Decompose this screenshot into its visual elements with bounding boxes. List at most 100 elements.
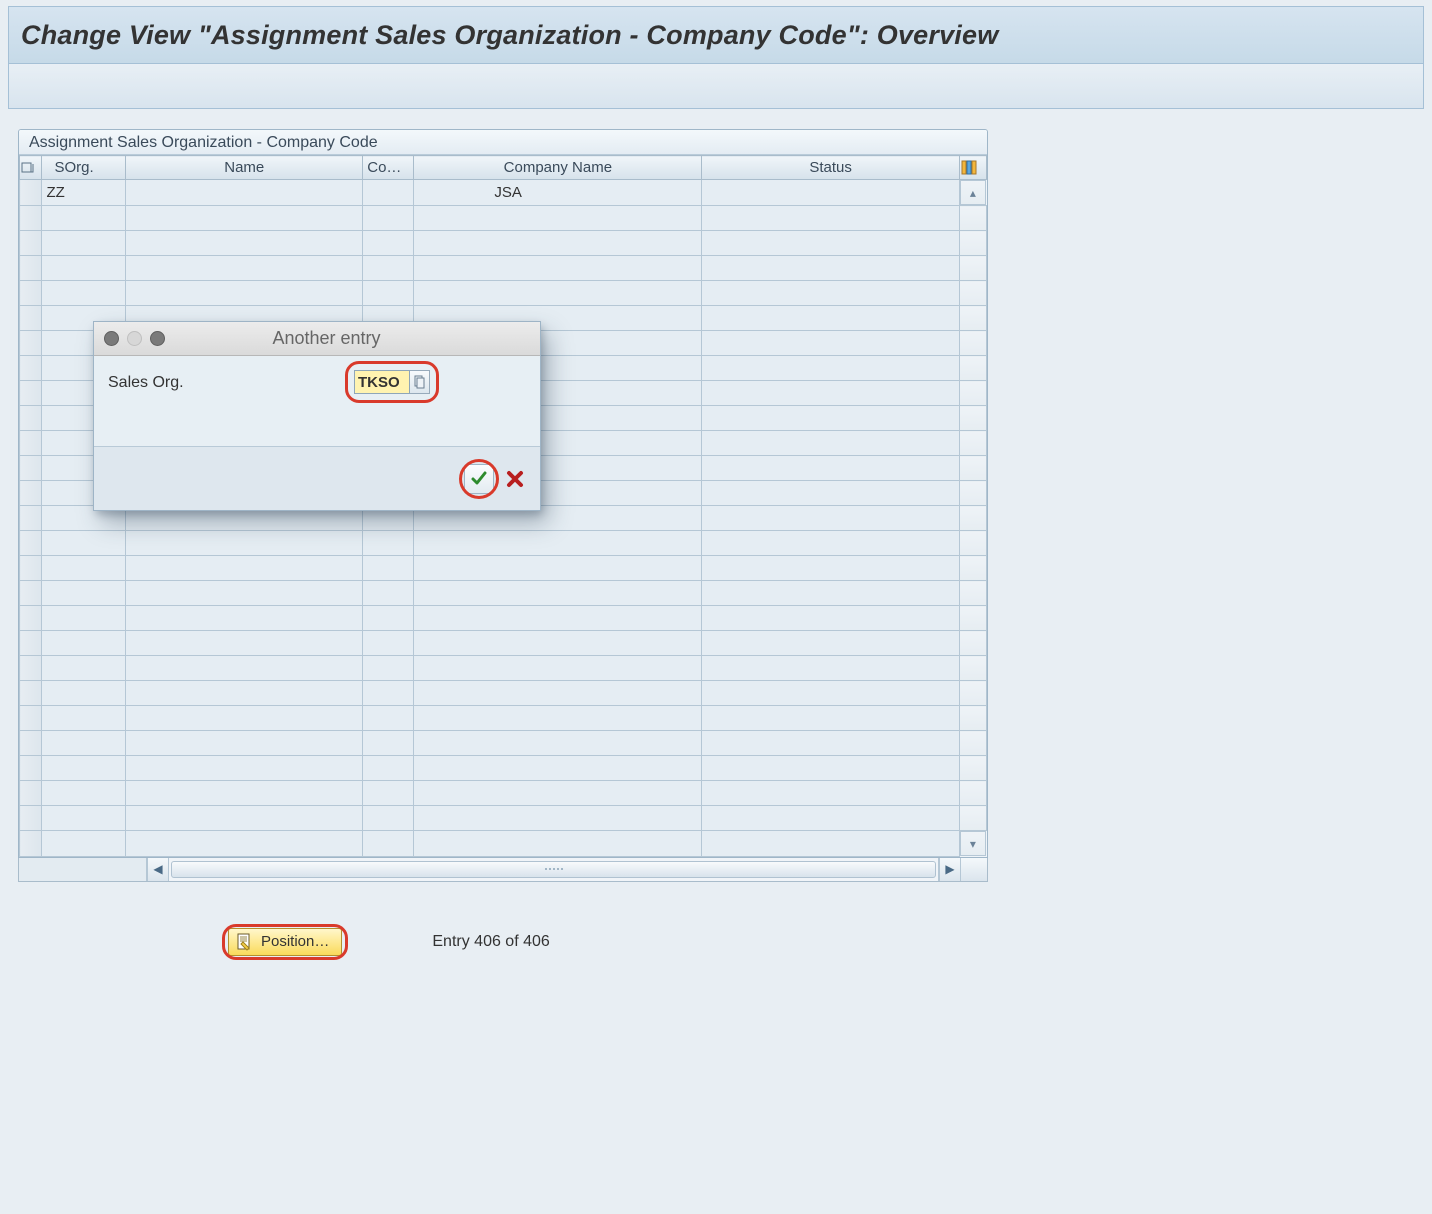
row-selector[interactable]: [20, 456, 42, 481]
cell-status[interactable]: [702, 256, 959, 281]
row-selector[interactable]: [20, 331, 42, 356]
position-button[interactable]: Position…: [228, 928, 342, 956]
cell-company_name[interactable]: [414, 681, 702, 706]
table-row[interactable]: [20, 731, 987, 756]
cell-status[interactable]: [702, 180, 959, 206]
row-selector[interactable]: [20, 681, 42, 706]
table-row[interactable]: ▾: [20, 831, 987, 857]
table-row[interactable]: [20, 581, 987, 606]
cell-co[interactable]: [363, 781, 414, 806]
cell-company_name[interactable]: [414, 756, 702, 781]
cell-status[interactable]: [702, 656, 959, 681]
dialog-titlebar[interactable]: Another entry: [94, 322, 540, 356]
cell-name[interactable]: [126, 581, 363, 606]
table-row[interactable]: [20, 681, 987, 706]
cell-name[interactable]: [126, 281, 363, 306]
row-selector[interactable]: [20, 506, 42, 531]
cell-sorg[interactable]: [42, 656, 126, 681]
cell-company_name[interactable]: [414, 231, 702, 256]
cell-status[interactable]: [702, 681, 959, 706]
cell-company_name[interactable]: [414, 781, 702, 806]
table-row[interactable]: [20, 556, 987, 581]
table-row[interactable]: [20, 631, 987, 656]
table-row[interactable]: [20, 206, 987, 231]
cell-status[interactable]: [702, 806, 959, 831]
cell-name[interactable]: [126, 831, 363, 857]
cell-company_name[interactable]: JSA: [414, 180, 702, 206]
vscroll-up-arrow[interactable]: ▴: [960, 180, 986, 205]
cell-sorg[interactable]: [42, 806, 126, 831]
cell-status[interactable]: [702, 556, 959, 581]
cell-company_name[interactable]: [414, 706, 702, 731]
cell-sorg[interactable]: [42, 606, 126, 631]
cell-sorg[interactable]: [42, 681, 126, 706]
cell-name[interactable]: [126, 206, 363, 231]
cell-name[interactable]: [126, 180, 363, 206]
cell-sorg[interactable]: [42, 756, 126, 781]
cell-status[interactable]: [702, 231, 959, 256]
table-row[interactable]: [20, 706, 987, 731]
hscroll-left-arrow[interactable]: ◀: [147, 858, 169, 881]
cell-status[interactable]: [702, 781, 959, 806]
cell-co[interactable]: [363, 231, 414, 256]
cell-name[interactable]: [126, 681, 363, 706]
cell-name[interactable]: [126, 781, 363, 806]
cell-name[interactable]: [126, 756, 363, 781]
cell-sorg[interactable]: [42, 831, 126, 857]
cell-co[interactable]: [363, 731, 414, 756]
cell-co[interactable]: [363, 206, 414, 231]
cell-status[interactable]: [702, 756, 959, 781]
cancel-button[interactable]: [504, 468, 526, 490]
cell-co[interactable]: [363, 681, 414, 706]
row-selector[interactable]: [20, 531, 42, 556]
cell-company_name[interactable]: [414, 631, 702, 656]
cell-co[interactable]: [363, 256, 414, 281]
cell-company_name[interactable]: [414, 656, 702, 681]
row-selector[interactable]: [20, 206, 42, 231]
cell-status[interactable]: [702, 206, 959, 231]
cell-company_name[interactable]: [414, 806, 702, 831]
row-selector[interactable]: [20, 731, 42, 756]
col-sorg[interactable]: SOrg.: [42, 156, 126, 180]
cell-name[interactable]: [126, 706, 363, 731]
table-row[interactable]: [20, 781, 987, 806]
cell-co[interactable]: [363, 756, 414, 781]
cell-co[interactable]: [363, 180, 414, 206]
row-selector[interactable]: [20, 706, 42, 731]
cell-sorg[interactable]: [42, 731, 126, 756]
cell-co[interactable]: [363, 581, 414, 606]
cell-co[interactable]: [363, 806, 414, 831]
cell-co[interactable]: [363, 531, 414, 556]
table-row[interactable]: [20, 256, 987, 281]
ok-button[interactable]: [464, 464, 494, 494]
cell-name[interactable]: [126, 806, 363, 831]
cell-co[interactable]: [363, 656, 414, 681]
row-selector[interactable]: [20, 631, 42, 656]
cell-status[interactable]: [702, 831, 959, 857]
select-all-header[interactable]: [20, 156, 42, 180]
cell-name[interactable]: [126, 231, 363, 256]
row-selector[interactable]: [20, 581, 42, 606]
cell-company_name[interactable]: [414, 256, 702, 281]
cell-co[interactable]: [363, 556, 414, 581]
cell-sorg[interactable]: [42, 581, 126, 606]
cell-status[interactable]: [702, 281, 959, 306]
cell-co[interactable]: [363, 631, 414, 656]
cell-status[interactable]: [702, 306, 959, 331]
row-selector[interactable]: [20, 231, 42, 256]
cell-name[interactable]: [126, 606, 363, 631]
cell-status[interactable]: [702, 356, 959, 381]
table-row[interactable]: [20, 231, 987, 256]
cell-sorg[interactable]: [42, 781, 126, 806]
cell-status[interactable]: [702, 456, 959, 481]
table-row[interactable]: [20, 656, 987, 681]
cell-co[interactable]: [363, 831, 414, 857]
sales-org-input[interactable]: [354, 370, 410, 394]
row-selector[interactable]: [20, 281, 42, 306]
cell-sorg[interactable]: [42, 531, 126, 556]
cell-sorg[interactable]: [42, 256, 126, 281]
window-zoom-dot[interactable]: [150, 331, 165, 346]
cell-status[interactable]: [702, 506, 959, 531]
col-name[interactable]: Name: [126, 156, 363, 180]
cell-status[interactable]: [702, 481, 959, 506]
